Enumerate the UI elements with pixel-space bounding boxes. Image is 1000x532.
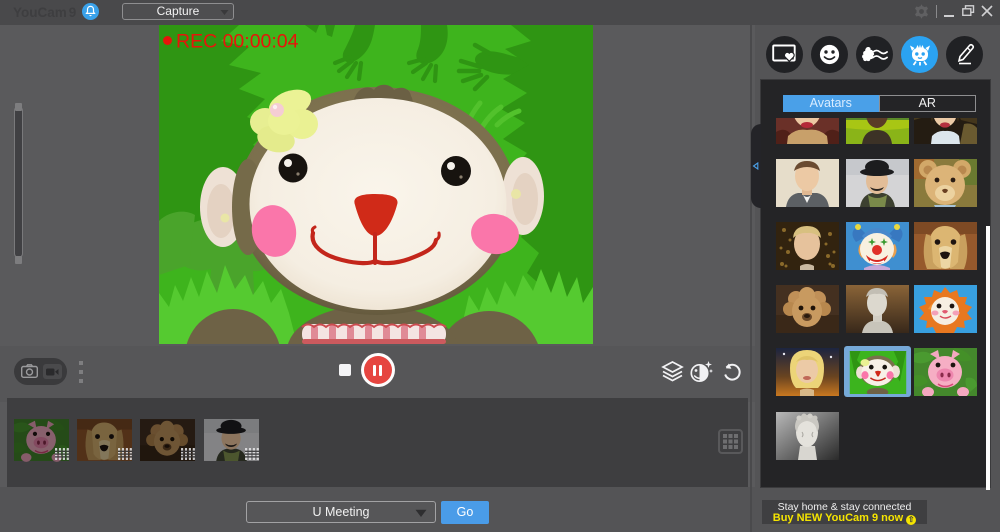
svg-text:REC 00:00:04: REC 00:00:04	[176, 31, 299, 53]
